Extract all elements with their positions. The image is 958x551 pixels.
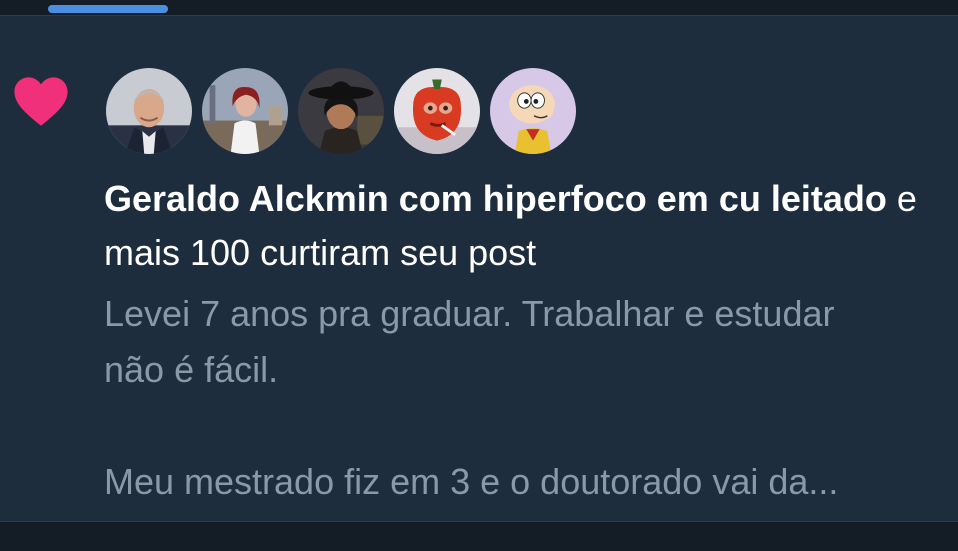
actor-name-link[interactable]: Geraldo Alckmin com hiperfoco em cu leit…	[104, 178, 887, 219]
post-preview-line-3: Meu mestrado fiz em 3 e o doutorado vai …	[104, 461, 839, 502]
avatar-3[interactable]	[296, 66, 386, 156]
like-notification[interactable]: Geraldo Alckmin com hiperfoco em cu leit…	[0, 16, 958, 521]
post-preview[interactable]: Levei 7 anos pra graduar. Trabalhar e es…	[104, 286, 958, 516]
active-tab-indicator	[48, 5, 168, 13]
notification-headline: Geraldo Alckmin com hiperfoco em cu leit…	[104, 172, 934, 280]
avatar-5[interactable]	[488, 66, 578, 156]
top-bar	[0, 0, 958, 16]
avatar-1[interactable]	[104, 66, 194, 156]
heart-icon	[14, 77, 68, 126]
avatar-4[interactable]	[392, 66, 482, 156]
post-preview-line-2: não é fácil.	[104, 349, 279, 390]
post-preview-line-1: Levei 7 anos pra graduar. Trabalhar e es…	[104, 293, 835, 334]
avatar-2[interactable]	[200, 66, 290, 156]
next-notification-divider	[0, 521, 958, 551]
